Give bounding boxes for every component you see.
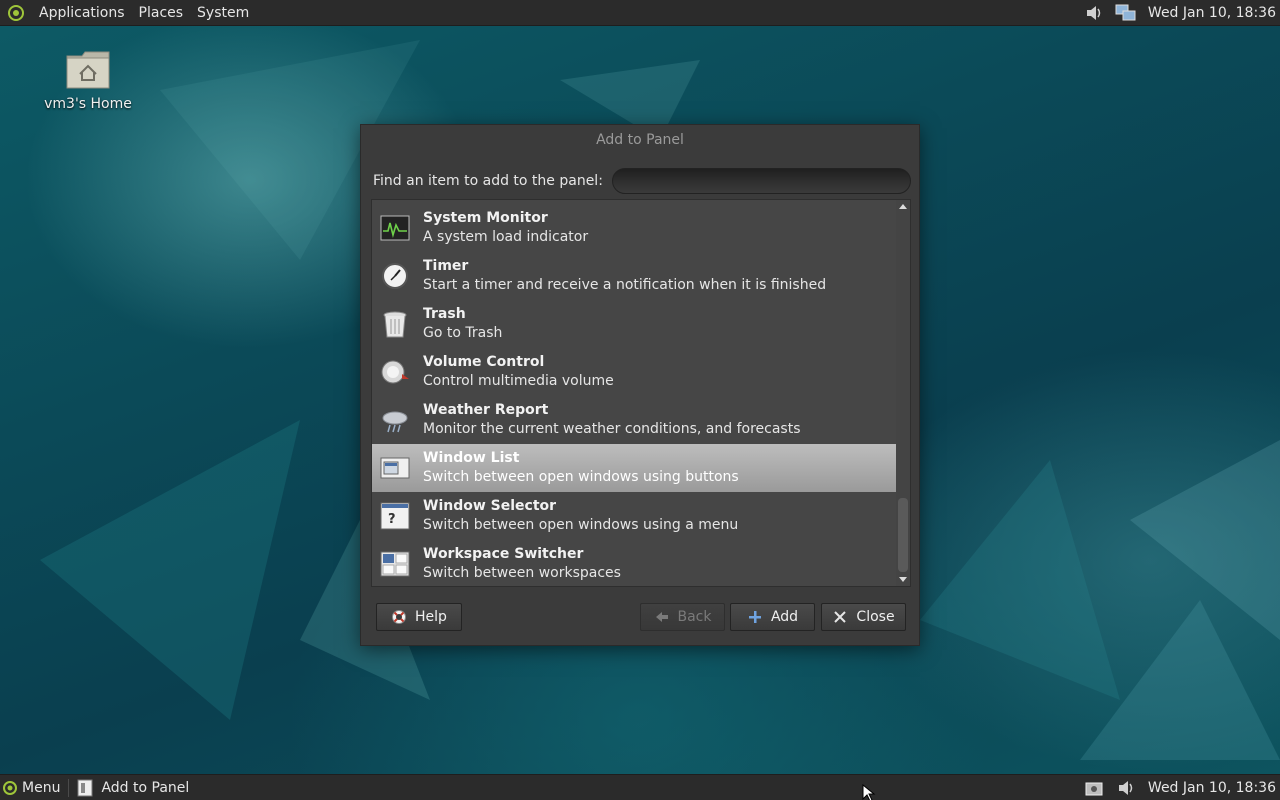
plus-icon [747, 609, 763, 625]
distro-logo-icon[interactable] [6, 3, 26, 23]
menu-logo-icon [3, 780, 17, 795]
dialog-title[interactable]: Add to Panel [361, 125, 919, 155]
list-item-window-list[interactable]: Window List Switch between open windows … [372, 444, 896, 492]
back-button[interactable]: Back [640, 603, 725, 631]
back-arrow-icon [654, 609, 670, 625]
trash-icon [380, 309, 410, 339]
close-button-label: Close [856, 609, 895, 625]
bottom-clock[interactable]: Wed Jan 10, 18:36 [1148, 780, 1276, 796]
help-button-label: Help [415, 609, 447, 625]
volume-control-icon [380, 357, 410, 387]
network-icon[interactable] [1114, 2, 1138, 24]
scroll-down-arrow-icon[interactable] [899, 577, 907, 582]
item-description: Start a timer and receive a notification… [423, 277, 827, 293]
item-description: A system load indicator [423, 229, 589, 245]
item-description: Switch between workspaces [423, 565, 621, 581]
add-button[interactable]: Add [730, 603, 815, 631]
top-clock[interactable]: Wed Jan 10, 18:36 [1148, 5, 1276, 21]
screenshot-tray-icon[interactable] [1082, 777, 1106, 799]
bottom-menu-button[interactable]: Menu [0, 775, 60, 800]
taskbar-item-add-to-panel[interactable]: Add to Panel [77, 775, 189, 800]
item-description: Go to Trash [423, 325, 503, 341]
list-item-system-monitor[interactable]: System Monitor A system load indicator [372, 204, 896, 252]
item-name: Weather Report [423, 402, 549, 418]
help-lifebuoy-icon [391, 609, 407, 625]
home-folder-desktop-icon[interactable]: vm3's Home [40, 48, 136, 112]
weather-icon [380, 405, 410, 435]
item-description: Monitor the current weather conditions, … [423, 421, 801, 437]
top-panel: Applications Places System Wed Jan 10, 1… [0, 0, 1280, 26]
scroll-up-arrow-icon[interactable] [899, 204, 907, 209]
close-button[interactable]: Close [821, 603, 906, 631]
list-item-volume-control[interactable]: Volume Control Control multimedia volume [372, 348, 896, 396]
item-name: Workspace Switcher [423, 546, 584, 562]
item-name: Timer [423, 258, 469, 274]
svg-text:?: ? [388, 512, 396, 527]
places-menu[interactable]: Places [132, 0, 191, 26]
scroll-thumb[interactable] [898, 498, 908, 572]
help-button[interactable]: Help [376, 603, 462, 631]
find-item-input[interactable] [611, 168, 911, 194]
mouse-pointer-icon [862, 784, 876, 800]
list-item-window-selector[interactable]: ? Window Selector Switch between open wi… [372, 492, 896, 540]
item-description: Switch between open windows using a menu [423, 517, 739, 533]
bottom-menu-label: Menu [22, 779, 61, 796]
window-icon [77, 779, 93, 796]
volume-icon[interactable] [1082, 2, 1106, 24]
window-selector-icon: ? [380, 501, 410, 531]
list-item-workspace-switcher[interactable]: Workspace Switcher Switch between worksp… [372, 540, 896, 586]
volume-tray-icon[interactable] [1114, 777, 1138, 799]
item-name: Window Selector [423, 498, 557, 514]
panel-separator [68, 778, 70, 797]
system-menu[interactable]: System [190, 0, 256, 26]
close-icon [832, 609, 848, 625]
back-button-label: Back [677, 609, 712, 625]
taskbar-item-label: Add to Panel [101, 779, 190, 796]
bottom-panel: Menu Add to Panel Wed Jan 10, 18:36 [0, 774, 1280, 800]
item-list[interactable]: System Monitor A system load indicator T… [371, 199, 911, 587]
find-label: Find an item to add to the panel: [373, 173, 603, 189]
list-item-trash[interactable]: Trash Go to Trash [372, 300, 896, 348]
find-row: Find an item to add to the panel: [373, 167, 911, 195]
add-button-label: Add [770, 609, 799, 625]
window-list-icon [380, 453, 410, 483]
item-name: System Monitor [423, 210, 548, 226]
system-monitor-icon [380, 213, 410, 243]
add-to-panel-dialog: Add to Panel Find an item to add to the … [360, 124, 920, 646]
list-scrollbar[interactable] [896, 200, 910, 586]
list-item-weather-report[interactable]: Weather Report Monitor the current weath… [372, 396, 896, 444]
home-folder-label: vm3's Home [44, 96, 132, 112]
timer-icon [380, 261, 410, 291]
list-item-timer[interactable]: Timer Start a timer and receive a notifi… [372, 252, 896, 300]
home-folder-icon [64, 48, 112, 92]
item-description: Control multimedia volume [423, 373, 614, 389]
workspace-switcher-icon [380, 549, 410, 579]
applications-menu[interactable]: Applications [32, 0, 132, 26]
item-name: Volume Control [423, 354, 545, 370]
item-name: Window List [423, 450, 520, 466]
item-name: Trash [423, 306, 466, 322]
item-description: Switch between open windows using button… [423, 469, 739, 485]
